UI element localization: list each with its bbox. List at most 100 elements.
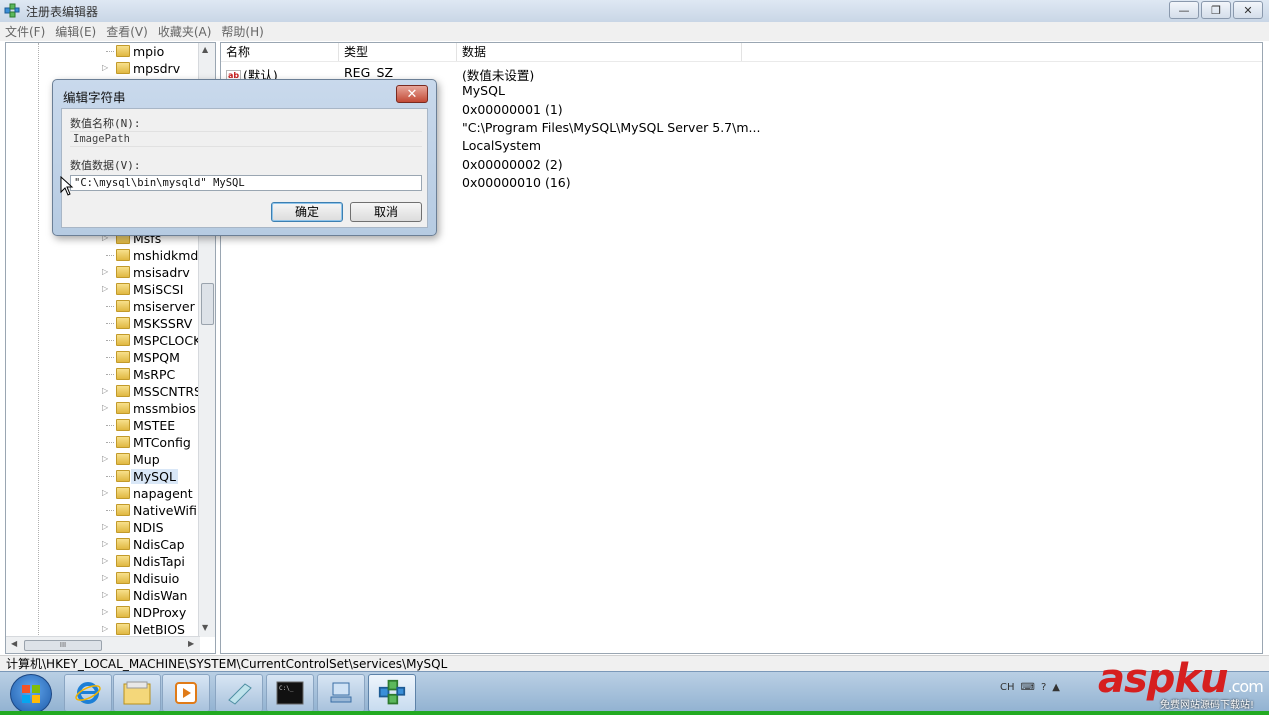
tree-item[interactable]: ▷ Mup [6,451,201,468]
tree-item-label: MTConfig [133,435,191,450]
dialog-close-button[interactable]: ✕ [396,85,428,103]
taskbar-explorer[interactable] [113,674,161,712]
tree-item-label: NDProxy [133,605,187,620]
tree-item-label: MSPCLOCK [133,333,202,348]
folder-icon [116,521,130,533]
help-icon[interactable]: ? [1041,682,1046,693]
expand-arrow-icon[interactable]: ▷ [102,488,108,497]
tree-item[interactable]: mpio [6,43,201,60]
close-window-button[interactable]: ✕ [1233,1,1263,19]
tree-item[interactable]: MSPQM [6,349,201,366]
maximize-button[interactable]: ❐ [1201,1,1231,19]
expand-arrow-icon[interactable]: ▷ [102,590,108,599]
tree-item-label: NdisTapi [133,554,185,569]
folder-icon [116,419,130,431]
keyboard-icon[interactable]: ⌨ [1021,682,1035,693]
tree-item[interactable]: ▷ MSiSCSI [6,281,201,298]
windows-logo-icon [22,685,40,703]
menu-edit[interactable]: 编辑(E) [50,23,101,40]
tree-item[interactable]: ▷ Ndisuio [6,570,201,587]
start-button[interactable] [10,674,52,714]
value-name-field: ImagePath [70,131,422,147]
column-header-data[interactable]: 数据 [457,43,742,61]
expand-arrow-icon[interactable]: ▷ [102,284,108,293]
column-header-type[interactable]: 类型 [339,43,457,61]
tree-connector [106,51,114,52]
tree-item-label: MSPQM [133,350,180,365]
taskbar-internet-explorer[interactable] [64,674,112,712]
tree-item[interactable]: ▷ NDIS [6,519,201,536]
expand-arrow-icon[interactable]: ▷ [102,386,108,395]
expand-arrow-icon[interactable]: ▷ [102,267,108,276]
tree-item[interactable]: MSTEE [6,417,201,434]
tree-item-label: mshidkmdf [133,248,203,263]
menu-file[interactable]: 文件(F) [0,23,50,40]
taskbar-network[interactable] [317,674,365,712]
scroll-left-icon[interactable]: ◀ [11,639,17,648]
tree-item-label: mpio [133,44,165,59]
taskbar-command-prompt[interactable]: C:\_ [266,674,314,712]
expand-arrow-icon[interactable]: ▷ [102,607,108,616]
expand-arrow-icon[interactable]: ▷ [102,403,108,412]
minimize-button[interactable]: — [1169,1,1199,19]
registry-editor-icon [4,3,20,18]
tree-item[interactable]: MSPCLOCK [6,332,201,349]
expand-arrow-icon[interactable]: ▷ [102,624,108,633]
tree-item[interactable]: ▷ napagent [6,485,201,502]
scroll-right-icon[interactable]: ▶ [188,639,194,648]
value-data-cell: MySQL [462,83,505,99]
expand-arrow-icon[interactable]: ▷ [102,556,108,565]
show-hidden-icons-icon[interactable]: ▲ [1052,682,1060,693]
scroll-down-icon[interactable]: ▼ [202,623,208,632]
tree-item[interactable]: ▷ MSSCNTRS [6,383,202,400]
window-controls: — ❐ ✕ [1169,1,1263,19]
language-indicator[interactable]: CH [1000,682,1015,693]
menu-help[interactable]: 帮助(H) [216,23,268,40]
value-data-cell: 0x00000002 (2) [462,156,563,172]
cancel-button[interactable]: 取消 [350,202,422,222]
edit-string-dialog: 编辑字符串 ✕ 数值名称(N): ImagePath 数值数据(V): "C:\… [52,79,437,236]
menu-view[interactable]: 查看(V) [101,23,153,40]
tree-hscroll-thumb[interactable]: III [24,640,102,651]
tree-item[interactable]: ▷ NdisCap [6,536,201,553]
tree-item[interactable]: mshidkmdf [6,247,203,264]
tree-item-label: NDIS [133,520,164,535]
expand-arrow-icon[interactable]: ▷ [102,522,108,531]
tree-item[interactable]: ▷ msisadrv [6,264,201,281]
taskbar-notes[interactable] [215,674,263,712]
tree-item[interactable]: ▷ NDProxy [6,604,201,621]
tree-item[interactable]: ▷ mssmbios [6,400,201,417]
expand-arrow-icon[interactable]: ▷ [102,573,108,582]
tree-item[interactable]: ▷ NdisWan [6,587,201,604]
tree-item[interactable]: msiserver [6,298,201,315]
tree-item[interactable]: MTConfig [6,434,201,451]
tree-item[interactable]: NativeWifiP [6,502,205,519]
tree-item[interactable]: MySQL [6,468,201,485]
tree-item-label: NativeWifiP [133,503,205,518]
taskbar-registry-editor[interactable] [368,674,416,712]
folder-icon [116,62,130,74]
folder-icon [116,385,130,397]
tree-item[interactable]: ▷ mpsdrv [6,60,201,77]
tree-item[interactable]: MSKSSRV [6,315,201,332]
column-header-name[interactable]: 名称 [221,43,339,61]
tree-item[interactable]: ▷ NdisTapi [6,553,201,570]
expand-arrow-icon[interactable]: ▷ [102,539,108,548]
tree-horizontal-scrollbar[interactable]: ◀ III ▶ [6,636,200,653]
folder-icon [116,470,130,482]
scroll-up-icon[interactable]: ▲ [202,45,208,54]
tree-item[interactable]: MsRPC [6,366,201,383]
watermark: aspku.com 免费网站源码下载站! [1098,656,1266,712]
ok-button[interactable]: 确定 [271,202,343,222]
tree-item-label: MSTEE [133,418,176,433]
tree-scroll-thumb[interactable] [201,283,214,325]
folder-icon [116,623,130,635]
folder-icon [116,555,130,567]
expand-arrow-icon[interactable]: ▷ [102,454,108,463]
tree-item-label: NdisCap [133,537,185,552]
taskbar-media-player[interactable] [162,674,210,712]
menu-favorites[interactable]: 收藏夹(A) [153,23,217,40]
tree-connector [106,425,114,426]
value-data-input[interactable]: "C:\mysql\bin\mysqld" MySQL [70,175,422,191]
expand-arrow-icon[interactable]: ▷ [102,63,108,72]
